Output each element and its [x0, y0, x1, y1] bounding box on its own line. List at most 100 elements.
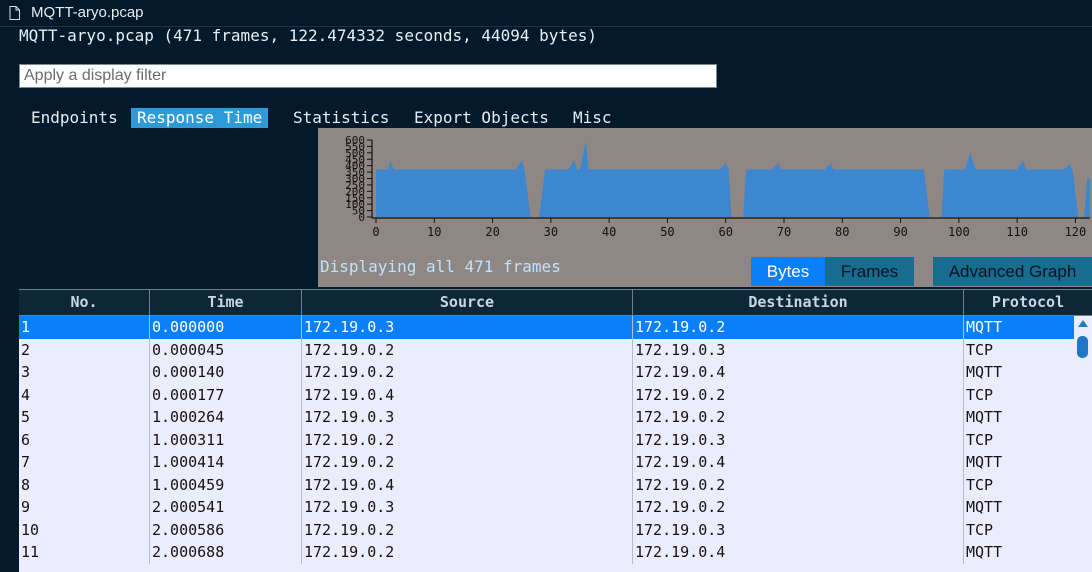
table-row[interactable]: 8 1.000459 172.19.0.4 172.19.0.2 TCP: [19, 473, 1075, 496]
bytes-button[interactable]: Bytes: [751, 257, 825, 286]
cell-time: 1.000414: [149, 451, 301, 474]
table-row[interactable]: 9 2.000541 172.19.0.3 172.19.0.2 MQTT: [19, 496, 1075, 519]
column-header-destination[interactable]: Destination: [632, 290, 963, 315]
cell-source: 172.19.0.3: [301, 316, 632, 339]
cell-protocol: MQTT: [963, 496, 1075, 519]
table-row[interactable]: 5 1.000264 172.19.0.3 172.19.0.2 MQTT: [19, 406, 1075, 429]
column-header-protocol[interactable]: Protocol: [963, 290, 1092, 315]
x-tick-label: 20: [485, 225, 499, 239]
cell-time: 0.000140: [149, 361, 301, 384]
y-tick-label: 600: [345, 134, 365, 147]
cell-no: 10: [21, 520, 40, 539]
nav-response-time[interactable]: Response Time: [131, 108, 269, 128]
cell-no: 8: [21, 475, 31, 494]
display-filter-input[interactable]: [19, 64, 717, 88]
cell-destination: 172.19.0.3: [632, 518, 963, 541]
cell-protocol: TCP: [963, 518, 1075, 541]
cell-no: 2: [21, 340, 31, 359]
cell-protocol: MQTT: [963, 451, 1075, 474]
cell-destination: 172.19.0.4: [632, 361, 963, 384]
cell-no: 5: [21, 408, 31, 426]
window-tab-title[interactable]: MQTT-aryo.pcap: [31, 4, 144, 21]
cell-destination: 172.19.0.2: [632, 316, 963, 339]
cell-source: 172.19.0.4: [301, 473, 632, 496]
cell-destination: 172.19.0.2: [632, 496, 963, 519]
nav-export-objects[interactable]: Export Objects: [408, 108, 555, 128]
scroll-up-arrow-icon[interactable]: [1077, 318, 1089, 328]
window-tab-bar: MQTT-aryo.pcap: [0, 0, 1092, 27]
table-header: No. Time Source Destination Protocol: [19, 289, 1092, 316]
x-tick-label: 0: [372, 225, 379, 239]
cell-destination: 172.19.0.2: [632, 406, 963, 429]
frames-button[interactable]: Frames: [825, 257, 914, 286]
table-row[interactable]: 1 0.000000 172.19.0.3 172.19.0.2 MQTT: [19, 316, 1075, 339]
table-body: 1 0.000000 172.19.0.3 172.19.0.2 MQTT 2 0.0000…: [19, 316, 1075, 564]
cell-time: 2.000688: [149, 541, 301, 564]
advanced-graph-button[interactable]: Advanced Graph: [933, 257, 1092, 286]
nav-endpoints[interactable]: Endpoints: [25, 108, 124, 128]
capture-summary: MQTT-aryo.pcap (471 frames, 122.474332 s…: [19, 26, 597, 45]
column-header-time[interactable]: Time: [149, 290, 301, 315]
cell-source: 172.19.0.4: [301, 383, 632, 406]
cell-protocol: TCP: [963, 338, 1075, 361]
column-header-no[interactable]: No.: [19, 290, 149, 315]
packet-table: No. Time Source Destination Protocol 1 0.…: [19, 289, 1092, 572]
table-row[interactable]: 4 0.000177 172.19.0.4 172.19.0.2 TCP: [19, 383, 1075, 406]
nav-statistics[interactable]: Statistics: [287, 108, 395, 128]
cell-source: 172.19.0.3: [301, 496, 632, 519]
cell-source: 172.19.0.2: [301, 451, 632, 474]
x-tick-label: 10: [427, 225, 441, 239]
scroll-thumb[interactable]: [1077, 336, 1088, 358]
cell-source: 172.19.0.2: [301, 338, 632, 361]
cell-no: 11: [21, 543, 40, 561]
table-row[interactable]: 3 0.000140 172.19.0.2 172.19.0.4 MQTT: [19, 361, 1075, 384]
x-tick-label: 120: [1065, 225, 1087, 239]
cell-time: 1.000311: [149, 428, 301, 451]
x-tick-label: 70: [777, 225, 791, 239]
cell-no: 1: [21, 318, 31, 336]
cell-time: 2.000586: [149, 518, 301, 541]
cell-source: 172.19.0.3: [301, 406, 632, 429]
cell-no: 3: [21, 363, 31, 381]
cell-protocol: TCP: [963, 383, 1075, 406]
cell-source: 172.19.0.2: [301, 518, 632, 541]
column-header-source[interactable]: Source: [301, 290, 632, 315]
traffic-area-series: [376, 141, 1090, 217]
x-tick-label: 110: [1006, 225, 1028, 239]
cell-time: 1.000459: [149, 473, 301, 496]
cell-protocol: TCP: [963, 473, 1075, 496]
cell-no: 4: [21, 385, 31, 404]
table-row[interactable]: 2 0.000045 172.19.0.2 172.19.0.3 TCP: [19, 338, 1075, 361]
cell-protocol: MQTT: [963, 541, 1075, 564]
cell-no: 7: [21, 453, 31, 471]
x-tick-label: 80: [835, 225, 849, 239]
cell-source: 172.19.0.2: [301, 361, 632, 384]
cell-destination: 172.19.0.3: [632, 338, 963, 361]
cell-protocol: TCP: [963, 428, 1075, 451]
table-row[interactable]: 10 2.000586 172.19.0.2 172.19.0.3 TCP: [19, 518, 1075, 541]
cell-source: 172.19.0.2: [301, 541, 632, 564]
cell-destination: 172.19.0.4: [632, 451, 963, 474]
x-tick-label: 40: [602, 225, 616, 239]
nav-misc[interactable]: Misc: [567, 108, 618, 128]
x-tick-label: 60: [718, 225, 732, 239]
x-tick-label: 100: [948, 225, 970, 239]
cell-destination: 172.19.0.3: [632, 428, 963, 451]
cell-time: 1.000264: [149, 406, 301, 429]
cell-destination: 172.19.0.2: [632, 473, 963, 496]
table-row[interactable]: 7 1.000414 172.19.0.2 172.19.0.4 MQTT: [19, 451, 1075, 474]
cell-no: 9: [21, 498, 31, 516]
cell-source: 172.19.0.2: [301, 428, 632, 451]
table-scrollbar[interactable]: [1074, 316, 1092, 572]
cell-no: 6: [21, 430, 31, 449]
cell-time: 2.000541: [149, 496, 301, 519]
chart-status: Displaying all 471 frames: [320, 257, 561, 276]
table-row[interactable]: 11 2.000688 172.19.0.2 172.19.0.4 MQTT: [19, 541, 1075, 564]
x-tick-label: 50: [660, 225, 674, 239]
cell-time: 0.000045: [149, 338, 301, 361]
cell-destination: 172.19.0.4: [632, 541, 963, 564]
cell-protocol: MQTT: [963, 406, 1075, 429]
cell-protocol: MQTT: [963, 316, 1075, 339]
cell-destination: 172.19.0.2: [632, 383, 963, 406]
table-row[interactable]: 6 1.000311 172.19.0.2 172.19.0.3 TCP: [19, 428, 1075, 451]
